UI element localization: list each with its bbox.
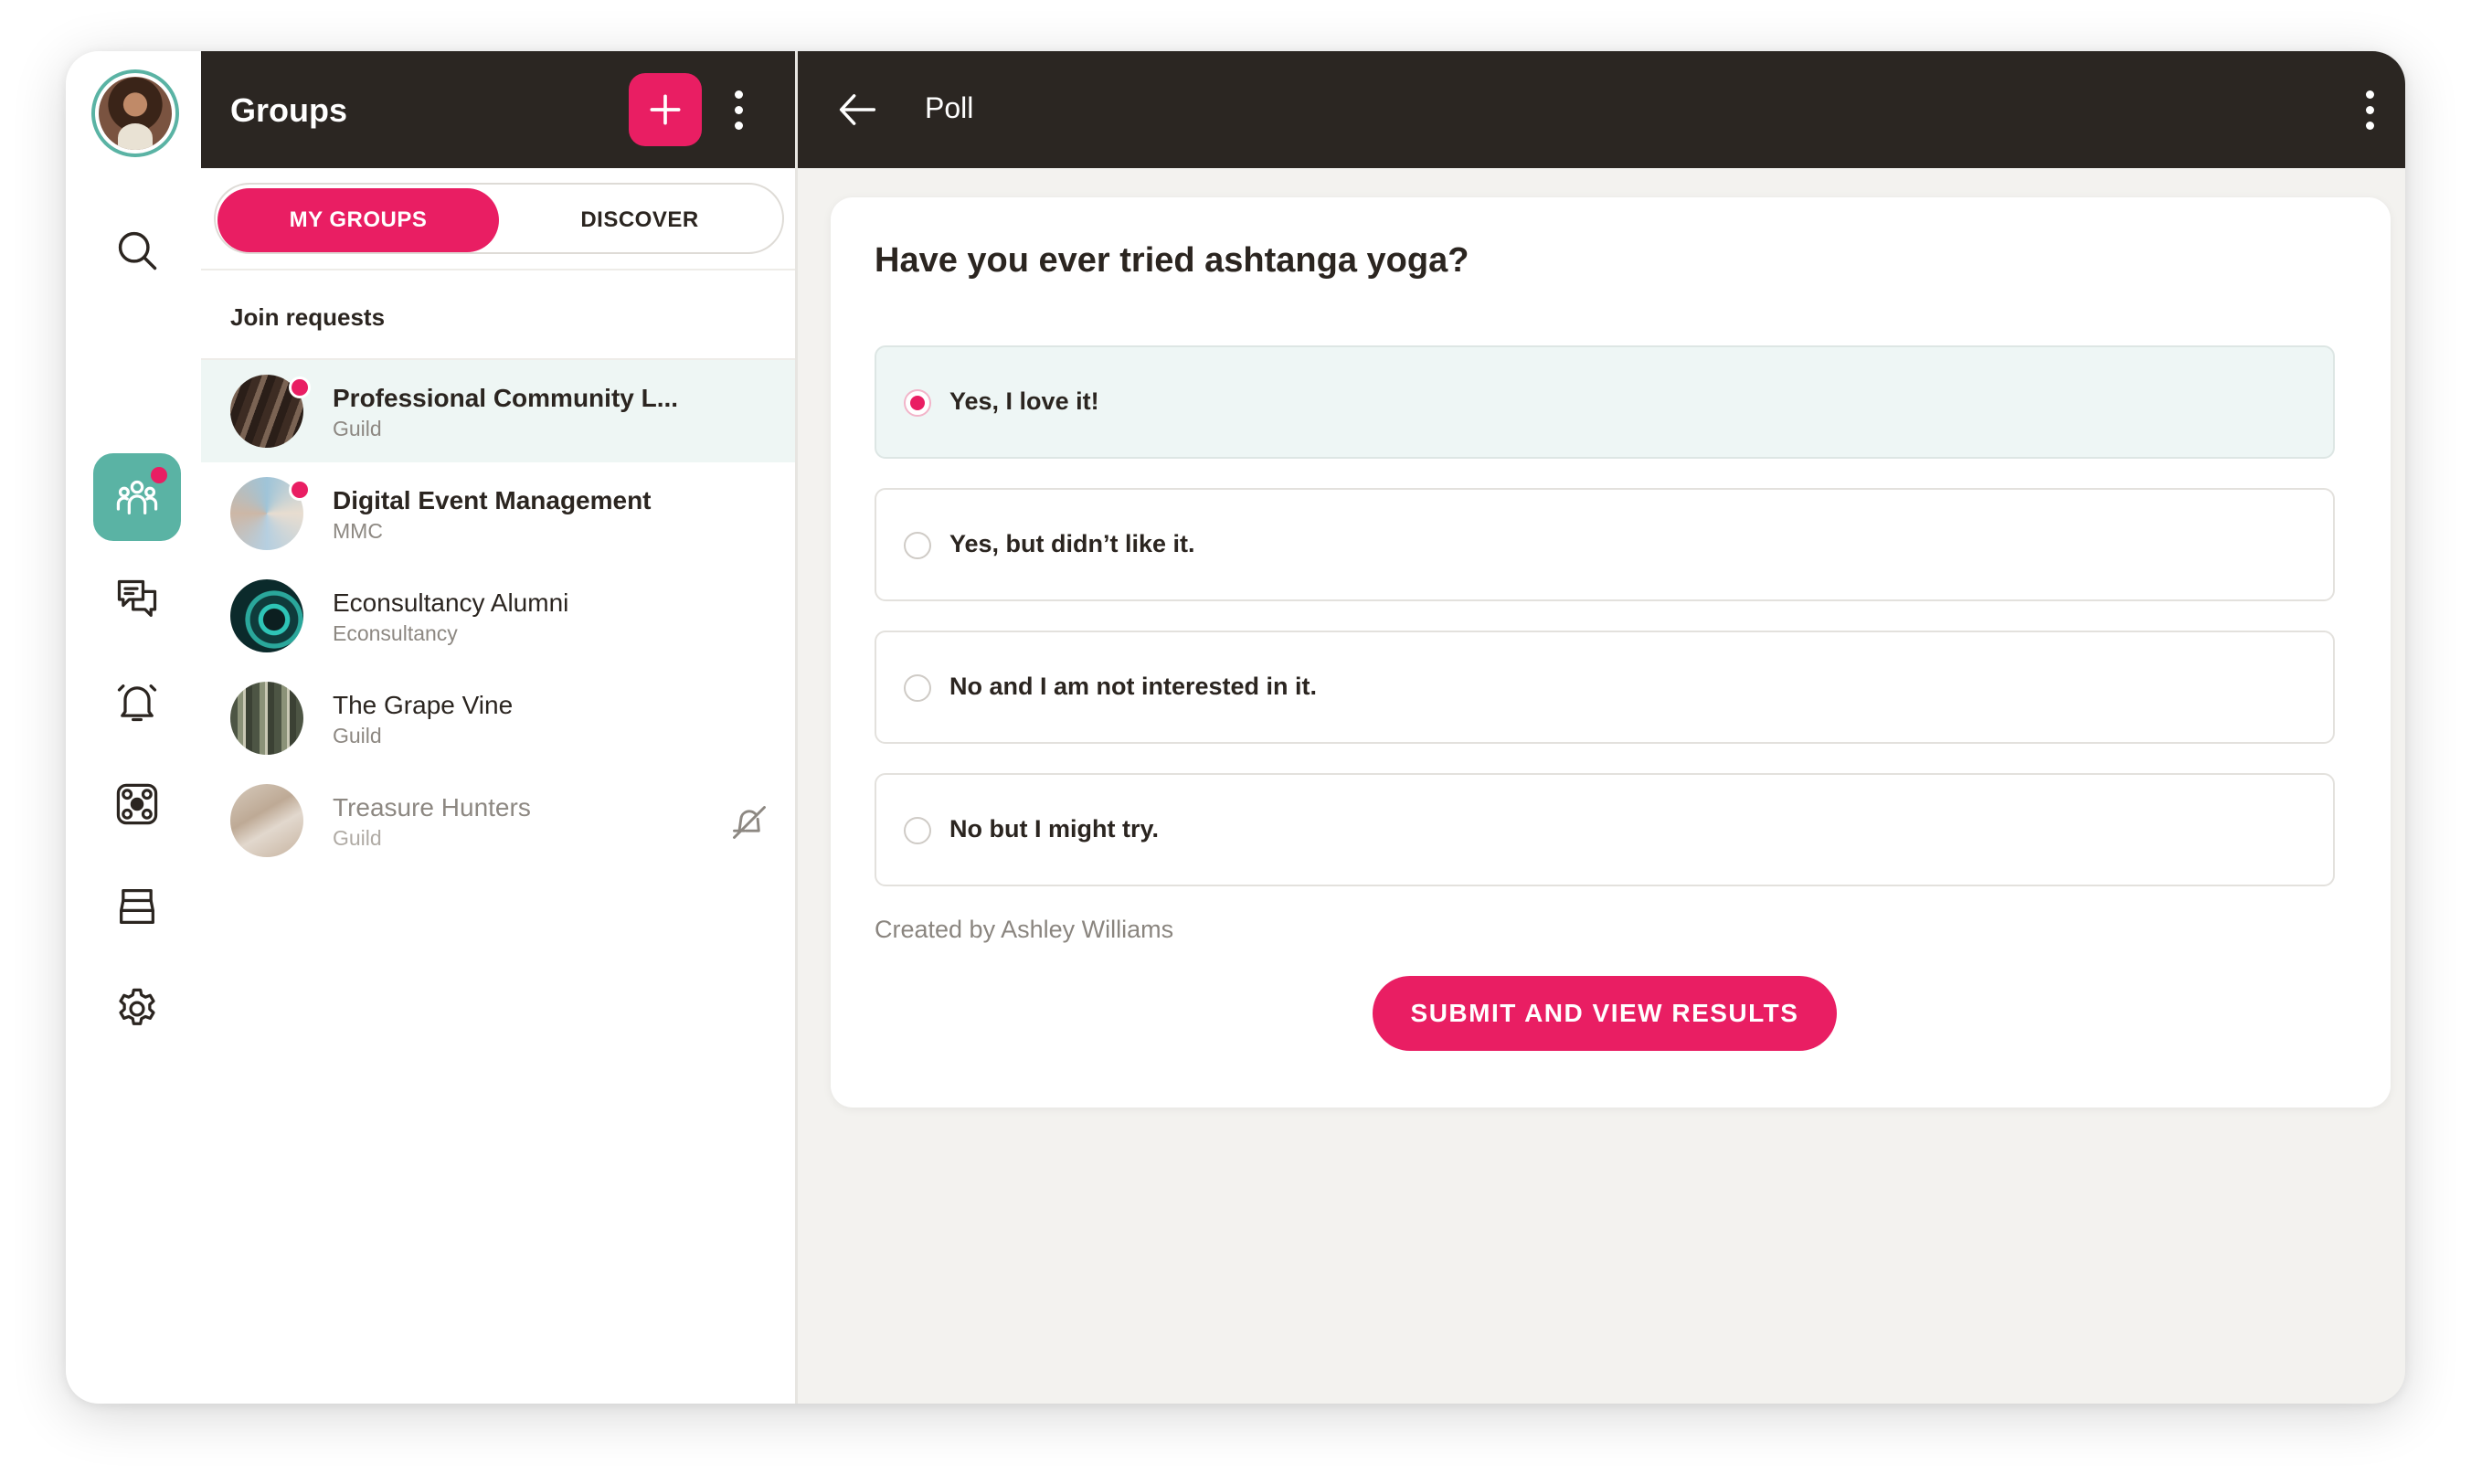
group-avatar <box>230 682 303 755</box>
unread-dot <box>289 479 311 501</box>
group-name: Treasure Hunters <box>333 793 531 822</box>
group-item[interactable]: Treasure Hunters Guild <box>201 769 795 872</box>
tab-my-groups[interactable]: MY GROUPS <box>217 188 499 252</box>
nav-rail <box>66 51 203 1404</box>
option-label: No but I might try. <box>949 815 1159 843</box>
groups-tabs: MY GROUPS DISCOVER <box>214 183 784 254</box>
option-label: No and I am not interested in it. <box>949 673 1318 700</box>
notification-dot <box>148 464 170 486</box>
poll-question: Have you ever tried ashtanga yoga? <box>875 241 1469 280</box>
plus-icon <box>650 94 681 125</box>
gear-icon <box>119 988 155 1025</box>
radio-button[interactable] <box>904 817 931 844</box>
poll-option[interactable]: No but I might try. <box>875 773 2335 886</box>
bell-icon <box>117 684 157 722</box>
poll-more-button[interactable] <box>2351 82 2388 137</box>
option-label: Yes, I love it! <box>949 387 1099 415</box>
group-org: Guild <box>333 724 382 747</box>
group-item[interactable]: Econsultancy Alumni Econsultancy <box>201 565 795 667</box>
groups-title: Groups <box>230 91 348 129</box>
poll-card: Have you ever tried ashtanga yoga? Yes, … <box>831 197 2391 1108</box>
join-requests-link[interactable]: Join requests <box>230 303 385 332</box>
group-org: MMC <box>333 519 383 543</box>
group-avatar <box>230 579 303 652</box>
app-window: Groups MY GROUPS DISCOVER Join requests … <box>66 51 2405 1404</box>
search-icon <box>118 231 157 270</box>
page-title: Poll <box>925 91 974 124</box>
group-name: Digital Event Management <box>333 486 652 514</box>
rail-groups[interactable] <box>93 453 181 541</box>
kebab-icon <box>734 90 743 99</box>
avatar-photo <box>99 77 172 150</box>
tab-discover[interactable]: DISCOVER <box>501 188 779 252</box>
kebab-icon <box>2365 90 2374 99</box>
group-name: Econsultancy Alumni <box>333 588 569 617</box>
poll-created-by: Created by Ashley Williams <box>875 916 1174 943</box>
group-org: Guild <box>333 826 382 850</box>
muted-bell-icon[interactable] <box>729 802 769 843</box>
add-group-button[interactable] <box>629 73 702 146</box>
group-item[interactable]: Digital Event Management MMC <box>201 462 795 565</box>
rail-messages[interactable] <box>93 556 181 643</box>
apps-icon <box>116 783 158 825</box>
group-org: Guild <box>333 417 382 440</box>
radio-button[interactable] <box>904 532 931 559</box>
unread-dot <box>289 376 311 398</box>
radio-button[interactable] <box>904 389 931 417</box>
groups-panel: Groups MY GROUPS DISCOVER Join requests … <box>201 51 798 1404</box>
stack-icon <box>120 889 154 924</box>
rail-apps[interactable] <box>93 760 181 848</box>
poll-option[interactable]: No and I am not interested in it. <box>875 631 2335 744</box>
chat-icon <box>117 579 157 617</box>
rail-settings[interactable] <box>93 965 181 1053</box>
poll-header: Poll <box>798 51 2405 168</box>
submit-button[interactable]: SUBMIT AND VIEW RESULTS <box>1373 976 1837 1051</box>
radio-button[interactable] <box>904 674 931 702</box>
rail-search[interactable] <box>93 207 181 294</box>
groups-more-button[interactable] <box>720 82 757 137</box>
group-avatar <box>230 784 303 857</box>
group-name: Professional Community L... <box>333 384 679 412</box>
group-item[interactable]: The Grape Vine Guild <box>201 667 795 769</box>
rail-library[interactable] <box>93 863 181 950</box>
group-item[interactable]: Professional Community L... Guild <box>201 360 795 462</box>
rail-notifications[interactable] <box>93 658 181 746</box>
back-arrow-icon[interactable] <box>834 86 882 133</box>
option-label: Yes, but didn’t like it. <box>949 530 1195 557</box>
poll-option[interactable]: Yes, I love it! <box>875 345 2335 459</box>
poll-option[interactable]: Yes, but didn’t like it. <box>875 488 2335 601</box>
group-name: The Grape Vine <box>333 691 514 719</box>
group-org: Econsultancy <box>333 621 458 645</box>
divider <box>201 269 795 270</box>
groups-header: Groups <box>201 51 795 168</box>
user-avatar[interactable] <box>91 69 179 157</box>
